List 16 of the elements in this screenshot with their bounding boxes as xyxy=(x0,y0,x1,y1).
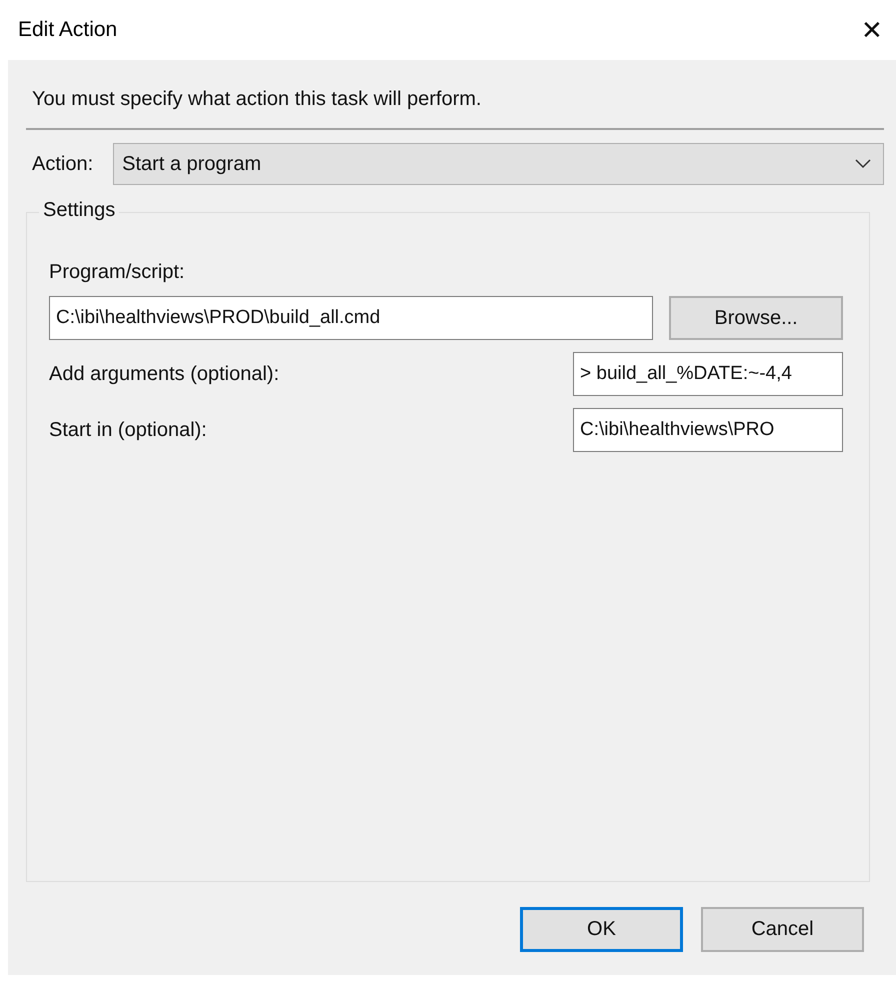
arguments-label: Add arguments (optional): xyxy=(49,362,280,386)
ok-button[interactable]: OK xyxy=(520,907,683,952)
cancel-button[interactable]: Cancel xyxy=(701,907,864,952)
program-field[interactable]: C:\ibi\healthviews\PROD\build_all.cmd xyxy=(49,296,654,340)
arguments-field[interactable]: > build_all_%DATE:~-4,4 xyxy=(573,352,843,396)
browse-button[interactable]: Browse... xyxy=(669,296,843,340)
settings-title: Settings xyxy=(39,199,120,222)
program-label: Program/script: xyxy=(49,261,186,284)
action-label: Action: xyxy=(32,152,94,176)
start-in-label: Start in (optional): xyxy=(49,418,207,442)
window-title: Edit Action xyxy=(18,18,118,42)
chevron-down-icon xyxy=(855,159,871,169)
start-in-field[interactable]: C:\ibi\healthviews\PRO xyxy=(573,408,843,452)
instruction-text: You must specify what action this task will perform. xyxy=(32,88,482,111)
close-button[interactable]: ✕ xyxy=(848,6,896,54)
action-dropdown[interactable]: Start a program xyxy=(113,143,884,185)
